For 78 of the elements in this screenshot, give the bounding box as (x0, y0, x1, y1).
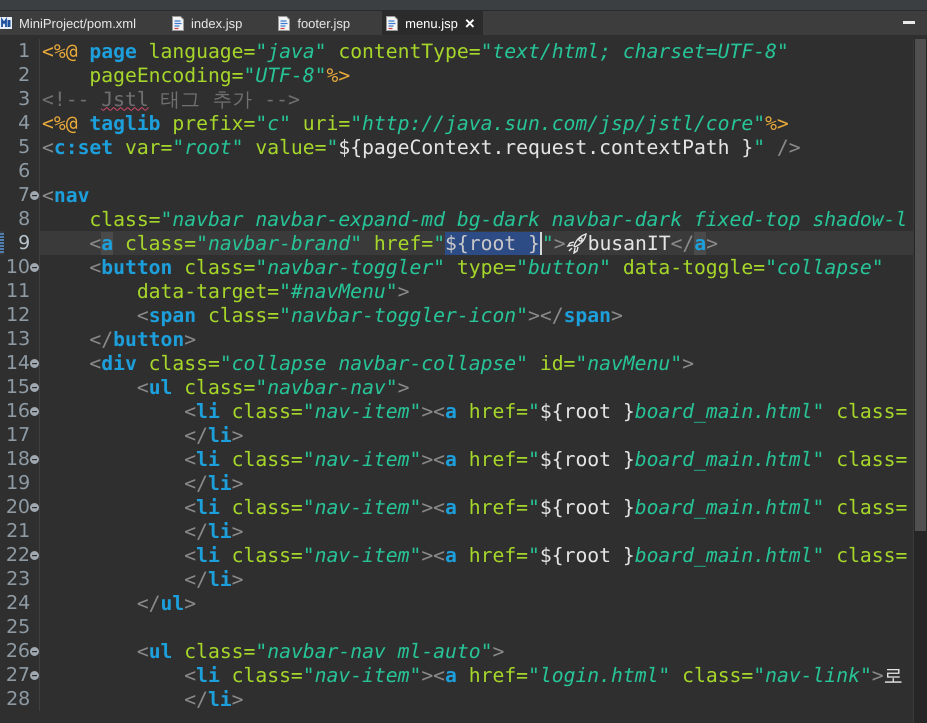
code-line: </li> (183, 520, 244, 542)
editor-tab[interactable]: index.jsp (168, 11, 256, 35)
code-line: <button class="navbar-toggler" type="button" data-toggle="collapse" (88, 256, 884, 278)
code-line: <ul class="navbar-nav"> (136, 376, 410, 398)
code-line: <a class="navbar-brand" href="${root }"> (88, 232, 566, 254)
code-line: <nav (42, 184, 90, 206)
code-line: <%@ page language="java" contentType="text/html; charset=UTF-8" (42, 40, 789, 62)
editor-tab[interactable]: menu.jsp × (382, 11, 483, 35)
code-line: </button> (88, 328, 196, 350)
close-button[interactable]: × (464, 14, 475, 32)
scrollbar-thumb[interactable] (915, 39, 926, 532)
editor-tab[interactable]: MiniProject/pom.xml (0, 11, 150, 35)
fold-icon[interactable] (30, 502, 39, 512)
code-line: <li class="nav-item"><a href="${root }board_main.html" class= (183, 448, 908, 470)
file-icon (172, 16, 184, 30)
line-number: 9 (17, 232, 30, 254)
fold-icon[interactable] (30, 406, 39, 416)
fold-icon[interactable] (30, 454, 39, 464)
line-number: 23 (5, 568, 30, 590)
line-number: 22 (4, 544, 30, 566)
line-number: 3 (17, 88, 30, 110)
line-number: 11 (5, 280, 30, 302)
line-number: 1 (17, 40, 30, 62)
fold-icon[interactable] (30, 262, 39, 272)
line-number: 2 (17, 64, 30, 86)
code-line: <span class="navbar-toggler-icon"></span> (136, 304, 623, 326)
line-number: 14 (4, 352, 30, 374)
code-line: <li class="nav-item"><a href="${root }board_main.html" class= (183, 544, 908, 566)
rocket-icon (566, 232, 588, 254)
code-line: pageEncoding="UTF-8"%> (88, 64, 350, 86)
code-line: <li class="nav-item"><a href="${root }board_main.html" class= (183, 496, 908, 518)
code-line: busanIT</a> (588, 232, 718, 254)
line-number: 6 (17, 160, 30, 182)
code-line: <c:set var="root" value="${pageContext.request.contextPath }" /> (42, 136, 801, 158)
line-number: 17 (5, 424, 30, 446)
code-line: <%@ taglib prefix="c" uri="http://java.sun.com/jsp/jstl/core"%> (42, 112, 789, 134)
fold-icon[interactable] (30, 358, 39, 368)
code-line: </li> (183, 472, 244, 494)
line-number: 13 (5, 328, 30, 350)
file-icon (386, 16, 398, 30)
minimize-icon[interactable] (903, 21, 915, 25)
code-line: class="navbar navbar-expand-md bg-dark navbar-dark fixed-top shadow-l (88, 208, 908, 230)
code-line: <!-- Jstl 태그 추가 --> (42, 86, 300, 112)
line-number: 7 (16, 184, 30, 206)
code-line: <div class="collapse navbar-collapse" id="navMenu"> (88, 352, 694, 374)
file-icon (278, 16, 290, 30)
line-number: 19 (5, 472, 30, 494)
editor-tab[interactable]: footer.jsp (274, 11, 364, 35)
line-number: 27 (4, 664, 30, 686)
line-number: 12 (5, 304, 30, 326)
fold-icon[interactable] (30, 670, 39, 680)
code-line: </ul> (136, 592, 196, 614)
fold-icon[interactable] (30, 646, 39, 656)
line-number: 8 (17, 208, 30, 230)
fold-icon[interactable] (30, 382, 39, 392)
line-number: 24 (5, 592, 30, 614)
code-line: </li> (183, 568, 244, 590)
line-number: 5 (17, 136, 30, 158)
maven-file-icon (0, 16, 12, 30)
code-line: <li class="nav-item"><a href="login.html" class="nav-link">로 (183, 662, 904, 688)
line-number: 18 (4, 448, 30, 470)
fold-icon[interactable] (30, 550, 39, 560)
line-number: 28 (5, 688, 30, 710)
code-line: </li> (183, 688, 244, 710)
line-number: 16 (4, 400, 30, 422)
scrollbar[interactable] (913, 39, 927, 723)
code-line: <ul class="navbar-nav ml-auto"> (136, 640, 504, 662)
fold-icon[interactable] (30, 190, 39, 200)
line-number: 4 (17, 112, 30, 134)
code-line: <li class="nav-item"><a href="${root }board_main.html" class= (183, 400, 908, 422)
line-number: 21 (5, 520, 30, 542)
line-number: 10 (4, 256, 30, 278)
line-number: 15 (4, 376, 30, 398)
line-number: 25 (5, 616, 30, 638)
line-number: 20 (4, 496, 30, 518)
code-line: </li> (183, 424, 244, 446)
code-line: data-target="#navMenu"> (136, 280, 410, 302)
line-number: 26 (4, 640, 30, 662)
